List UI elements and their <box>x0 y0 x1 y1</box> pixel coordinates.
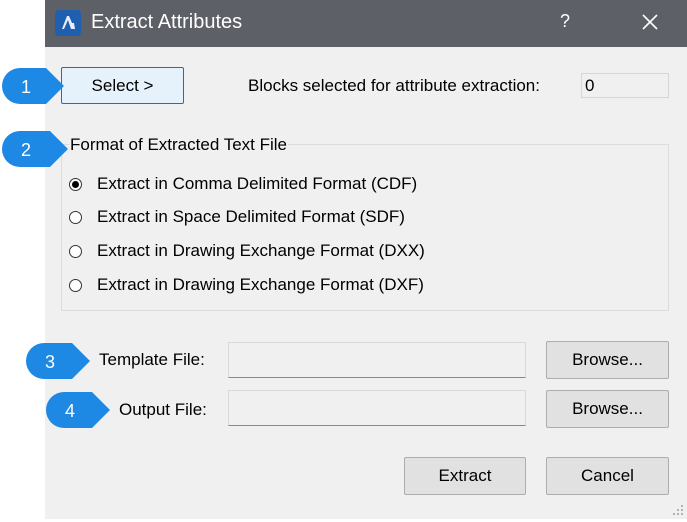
radio-label: Extract in Drawing Exchange Format (DXX) <box>97 241 425 260</box>
callout-4: 4 <box>46 392 110 428</box>
extract-attributes-dialog: Extract Attributes ? Select > Blocks sel… <box>45 0 687 519</box>
output-file-label: Output File: <box>119 400 207 419</box>
blocks-count-field: 0 <box>581 73 669 98</box>
format-group-title: Format of Extracted Text File <box>69 135 288 155</box>
help-button[interactable]: ? <box>550 11 580 35</box>
blocks-selected-label: Blocks selected for attribute extraction… <box>248 76 540 95</box>
radio-option-dxf[interactable]: Extract in Drawing Exchange Format (DXF) <box>69 274 424 296</box>
window-title: Extract Attributes <box>91 11 243 33</box>
radio-button[interactable] <box>69 177 82 191</box>
template-file-label: Template File: <box>99 350 205 369</box>
radio-option-dxx[interactable]: Extract in Drawing Exchange Format (DXX) <box>69 240 425 262</box>
callout-number: 4 <box>65 401 75 421</box>
output-file-input[interactable] <box>228 390 526 426</box>
callout-number: 3 <box>45 352 55 372</box>
close-icon[interactable] <box>635 9 665 37</box>
resize-grip-icon[interactable] <box>671 503 685 517</box>
radio-option-sdf[interactable]: Extract in Space Delimited Format (SDF) <box>69 206 405 228</box>
select-button[interactable]: Select > <box>61 67 184 104</box>
template-browse-button[interactable]: Browse... <box>546 341 669 379</box>
radio-label: Extract in Drawing Exchange Format (DXF) <box>97 275 424 294</box>
callout-2: 2 <box>2 131 68 167</box>
radio-label: Extract in Space Delimited Format (SDF) <box>97 207 405 226</box>
callout-number: 1 <box>21 77 31 97</box>
radio-button[interactable] <box>69 244 82 258</box>
title-bar: Extract Attributes ? <box>45 0 687 47</box>
extract-button[interactable]: Extract <box>404 457 526 495</box>
cancel-button[interactable]: Cancel <box>546 457 669 495</box>
callout-1: 1 <box>2 68 64 104</box>
output-browse-button[interactable]: Browse... <box>546 390 669 428</box>
callout-number: 2 <box>21 140 31 160</box>
template-file-input[interactable] <box>228 342 526 378</box>
radio-button[interactable] <box>69 278 82 292</box>
radio-option-cdf[interactable]: Extract in Comma Delimited Format (CDF) <box>69 173 417 195</box>
radio-label: Extract in Comma Delimited Format (CDF) <box>97 174 418 193</box>
app-logo-icon <box>55 10 81 36</box>
radio-button[interactable] <box>69 210 82 224</box>
callout-3: 3 <box>26 343 90 379</box>
